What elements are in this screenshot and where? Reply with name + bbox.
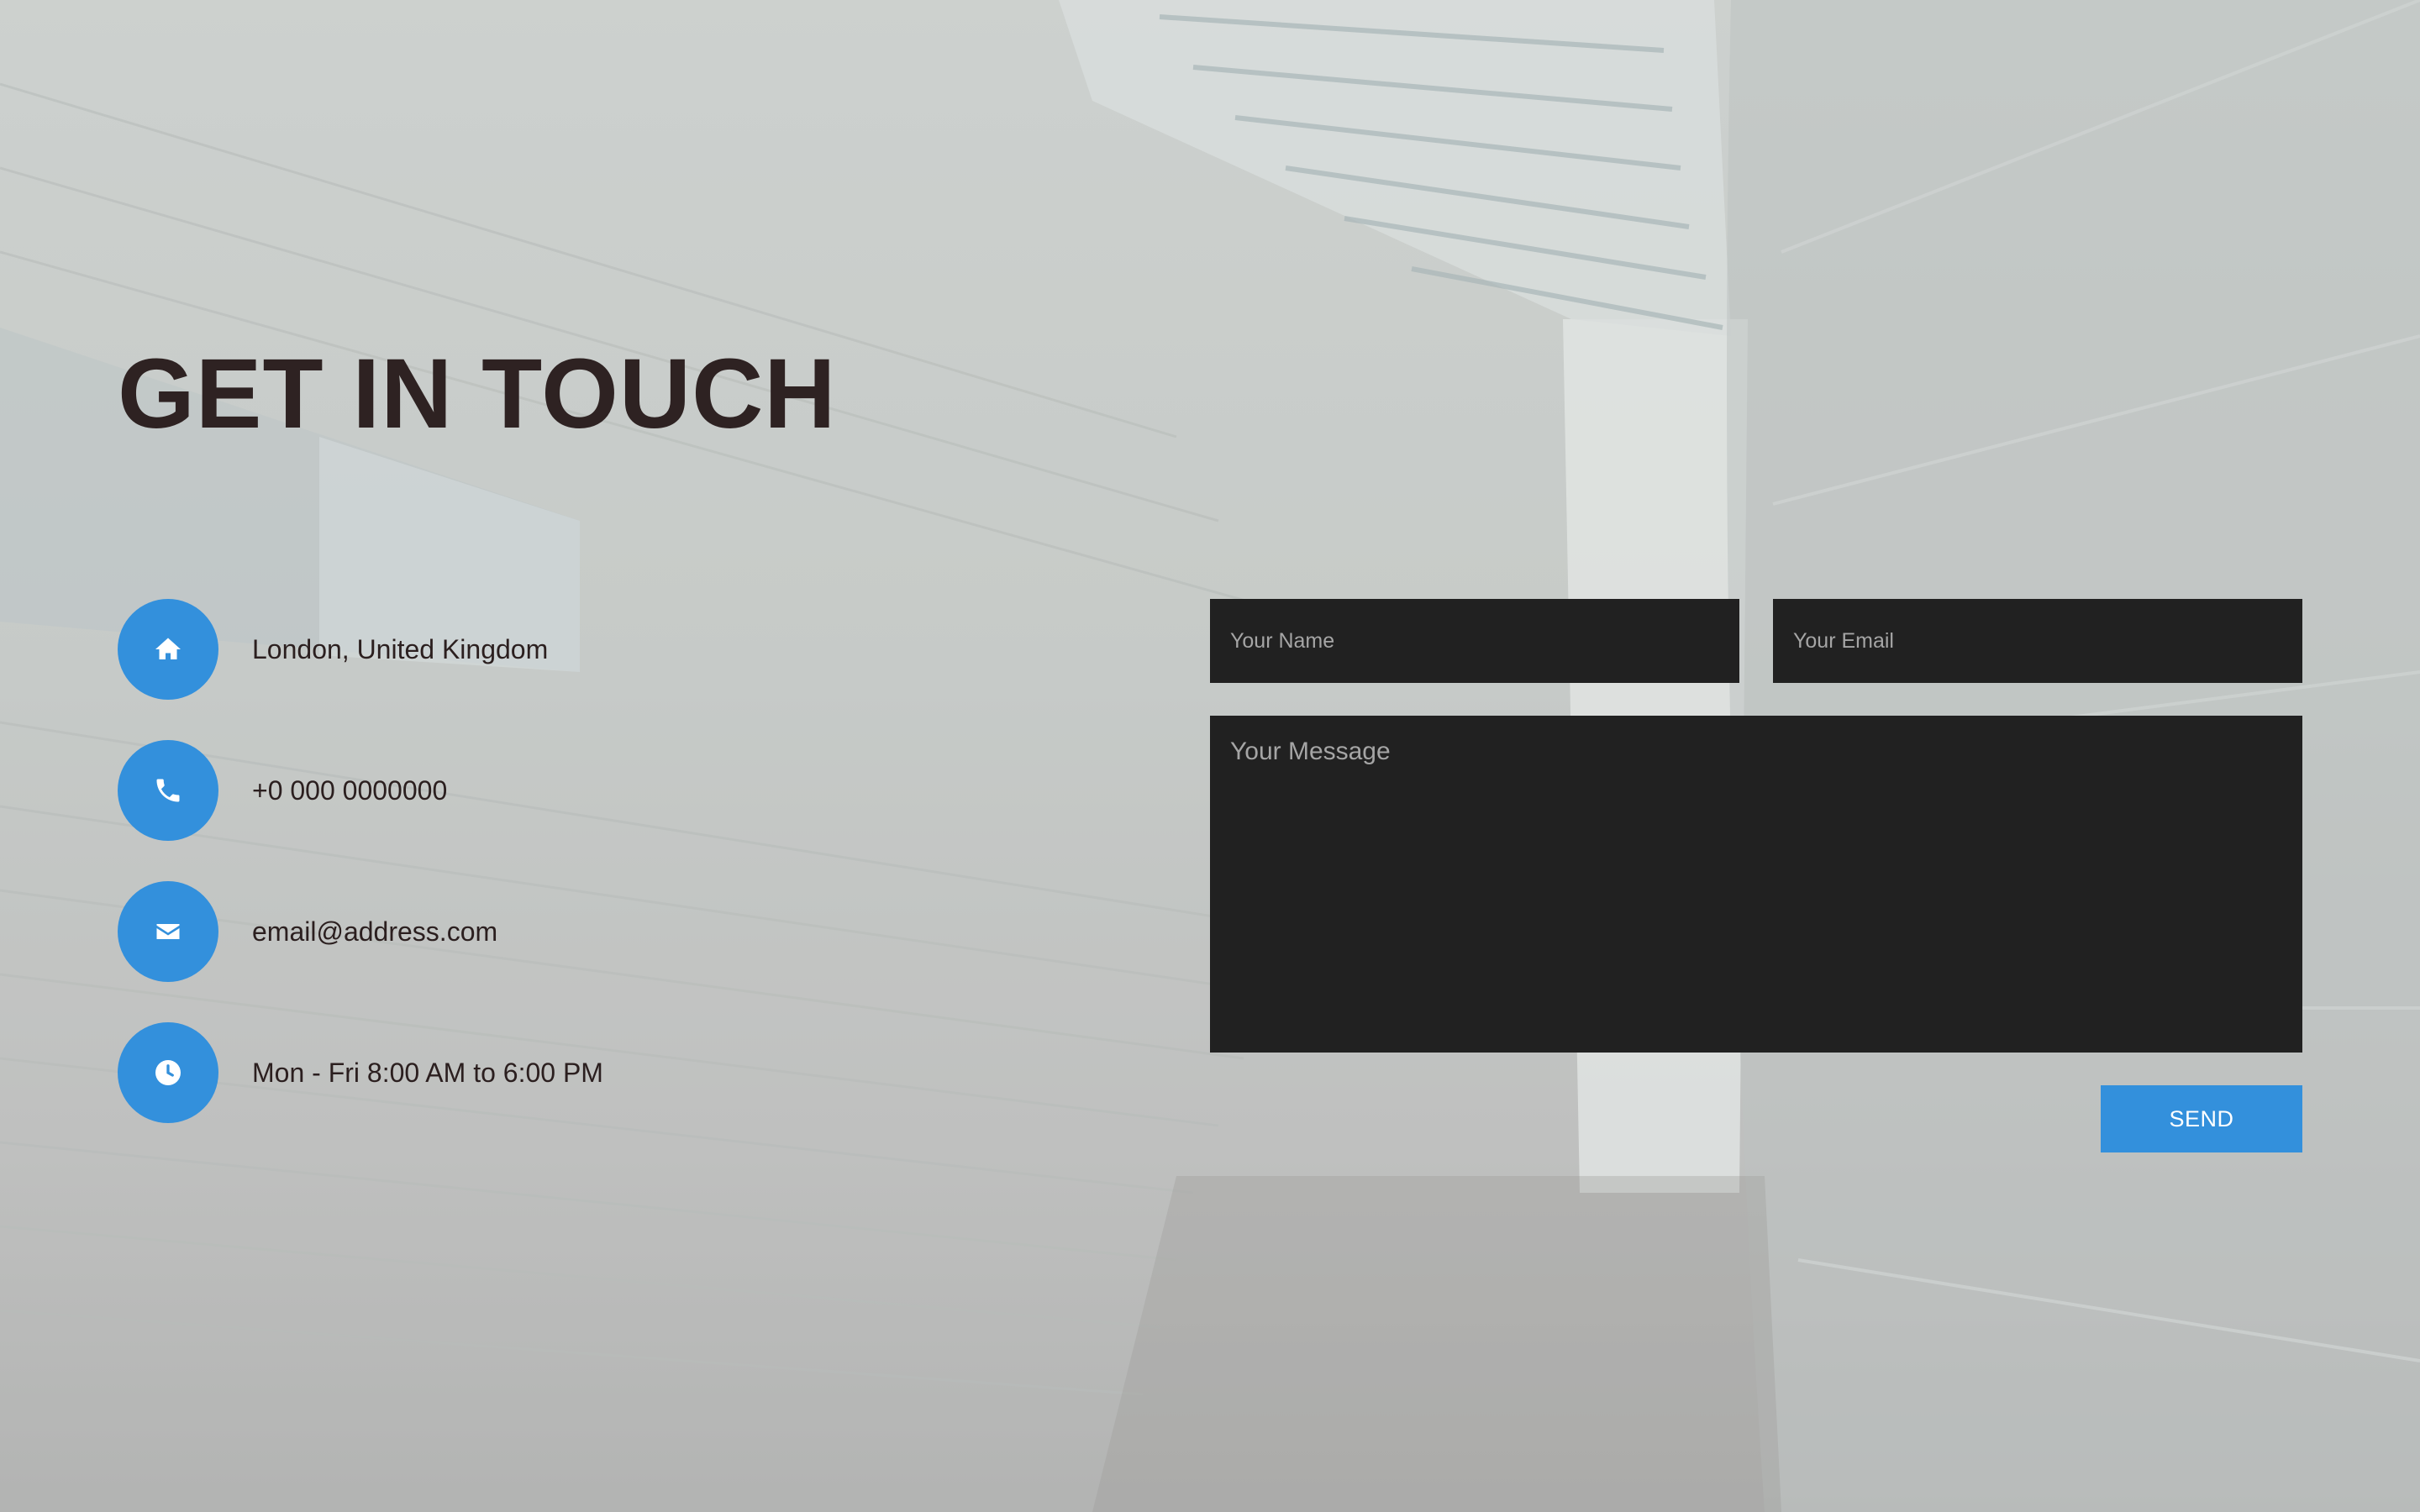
email-input[interactable]	[1773, 599, 2302, 683]
contact-email-text: email@address.com	[252, 916, 498, 947]
send-button[interactable]: SEND	[2101, 1085, 2302, 1152]
contact-item-email: email@address.com	[118, 881, 497, 982]
contact-address-text: London, United Kingdom	[252, 633, 549, 664]
contact-item-phone: +0 000 0000000	[118, 740, 447, 841]
contact-hours-text: Mon - Fri 8:00 AM to 6:00 PM	[252, 1057, 603, 1088]
contact-phone-text: +0 000 0000000	[252, 774, 448, 806]
home-icon	[118, 599, 218, 700]
clock-icon	[118, 1022, 218, 1123]
contact-item-hours: Mon - Fri 8:00 AM to 6:00 PM	[118, 1022, 603, 1123]
name-input[interactable]	[1210, 599, 1739, 683]
contact-item-address: London, United Kingdom	[118, 599, 548, 700]
page-title: GET IN TOUCH	[118, 339, 837, 449]
phone-icon	[118, 740, 218, 841]
message-textarea[interactable]	[1210, 716, 2302, 1053]
envelope-icon	[118, 881, 218, 982]
